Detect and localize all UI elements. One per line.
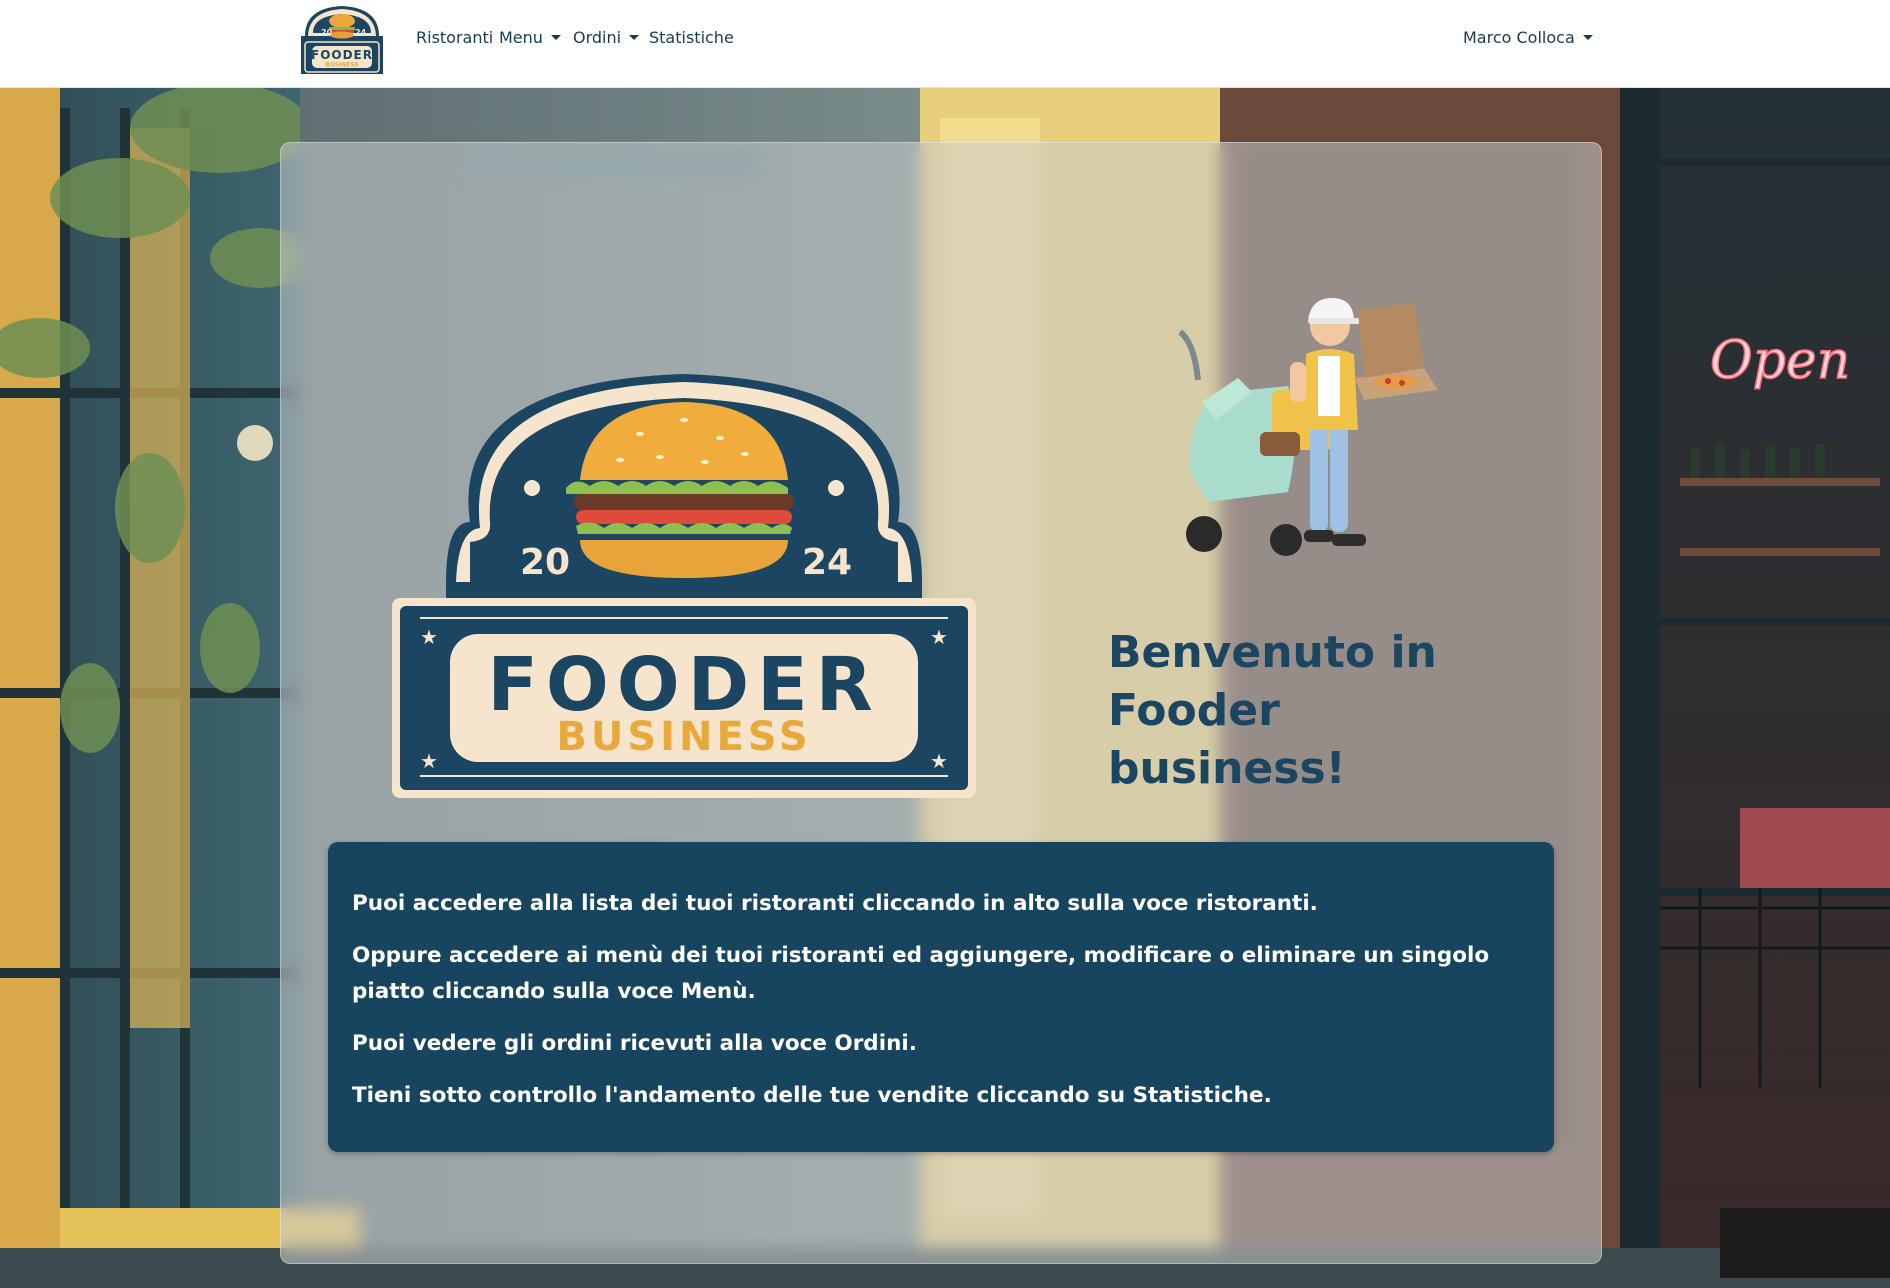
caret-down-icon bbox=[629, 35, 640, 40]
instruction-ristoranti: Puoi accedere alla lista dei tuoi ristor… bbox=[352, 891, 1318, 916]
user-name: Marco Colloca bbox=[1463, 28, 1575, 47]
brand-logo-link[interactable]: 20 24 FOODER BUSINESS bbox=[291, 2, 394, 76]
instruction-menu: Oppure accedere ai menù dei tuoi ristora… bbox=[352, 943, 1490, 1004]
nav-ordini-label: Ordini bbox=[573, 28, 622, 47]
svg-text:20: 20 bbox=[321, 28, 333, 37]
fooder-business-logo: 20 24 FOODER BUSINESS ★ ★ ★ ★ bbox=[392, 374, 976, 798]
user-menu-dropdown[interactable]: Marco Colloca bbox=[1463, 28, 1593, 47]
svg-text:★: ★ bbox=[930, 625, 948, 649]
svg-text:★: ★ bbox=[420, 749, 438, 773]
svg-text:24: 24 bbox=[802, 542, 852, 583]
nav-ordini-dropdown[interactable]: Ordini bbox=[573, 28, 640, 47]
svg-text:20: 20 bbox=[520, 542, 570, 583]
caret-down-icon bbox=[550, 35, 561, 40]
nav-statistiche[interactable]: Statistiche bbox=[649, 28, 734, 47]
neon-open-sign: Open bbox=[1710, 331, 1850, 391]
nav-ristoranti-label: Ristoranti bbox=[416, 28, 494, 47]
instructions-panel: Puoi accedere alla lista dei tuoi ristor… bbox=[328, 842, 1554, 1152]
nav-menu-label: Menu bbox=[499, 28, 543, 47]
svg-text:★: ★ bbox=[420, 625, 438, 649]
svg-text:FOODER: FOODER bbox=[311, 48, 373, 62]
nav-statistiche-label: Statistiche bbox=[649, 28, 734, 47]
nav-ristoranti[interactable]: Ristoranti bbox=[416, 28, 493, 47]
nav-menu-dropdown[interactable]: Menu bbox=[499, 28, 561, 47]
top-navbar: 20 24 FOODER BUSINESS Ristoranti Menu Or… bbox=[0, 0, 1890, 88]
delivery-rider-illustration bbox=[1178, 298, 1438, 556]
svg-text:BUSINESS: BUSINESS bbox=[325, 62, 359, 69]
fooder-brand-logo: 20 24 FOODER BUSINESS bbox=[301, 6, 383, 74]
svg-text:24: 24 bbox=[355, 28, 367, 37]
instruction-statistiche: Tieni sotto controllo l'andamento delle … bbox=[352, 1083, 1272, 1108]
svg-text:BUSINESS: BUSINESS bbox=[556, 714, 811, 760]
instruction-ordini: Puoi vedere gli ordini ricevuti alla voc… bbox=[352, 1031, 917, 1056]
svg-text:★: ★ bbox=[930, 749, 948, 773]
welcome-title: Benvenuto in Fooder business! bbox=[1108, 627, 1437, 794]
caret-down-icon bbox=[1582, 35, 1593, 40]
